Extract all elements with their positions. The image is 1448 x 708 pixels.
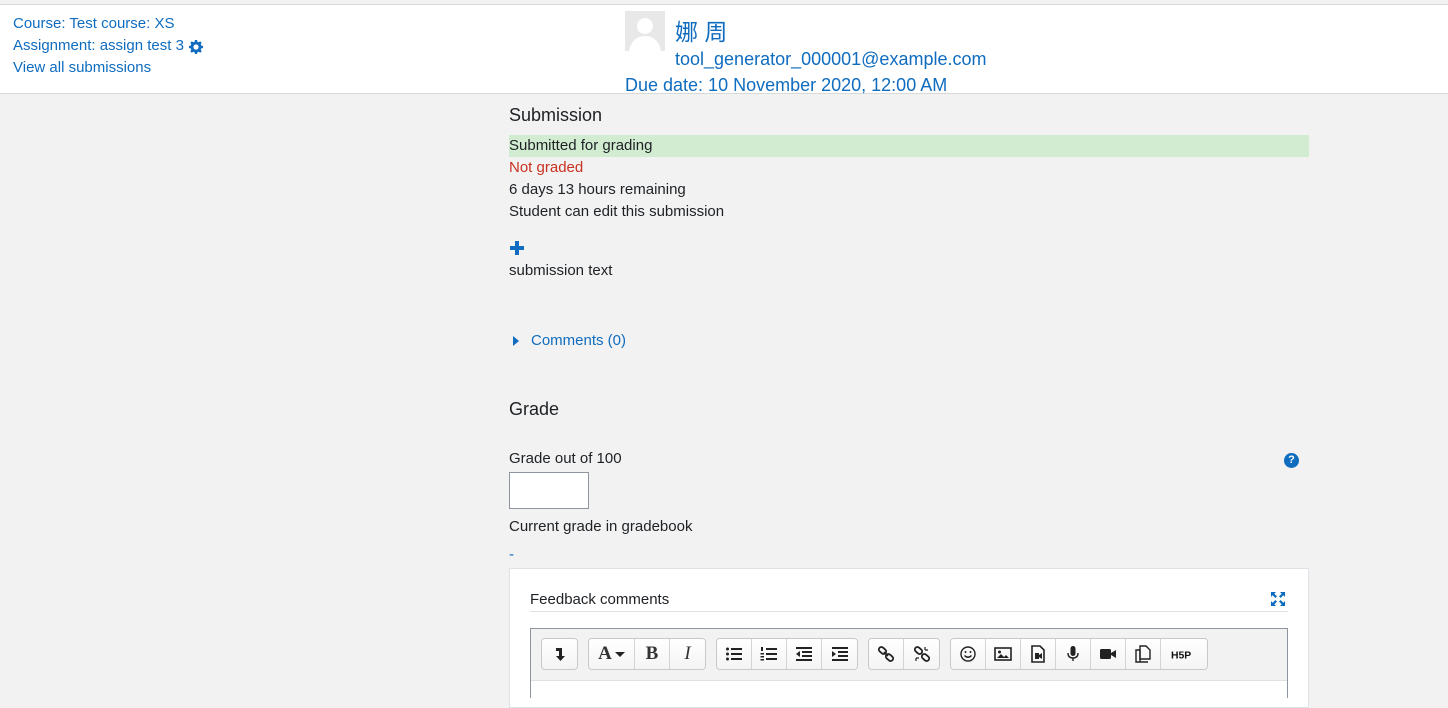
grade-heading: Grade bbox=[509, 399, 560, 419]
avatar[interactable] bbox=[625, 11, 665, 51]
audio-icon[interactable] bbox=[1056, 639, 1091, 669]
collapse-icon[interactable] bbox=[542, 639, 577, 669]
user-email-link[interactable]: tool_generator_000001@example.com bbox=[675, 49, 986, 70]
expand-icon[interactable] bbox=[1270, 591, 1286, 607]
edit-status: Student can edit this submission bbox=[509, 203, 725, 220]
video-icon[interactable] bbox=[1091, 639, 1126, 669]
divider bbox=[530, 611, 1288, 612]
h5p-icon[interactable]: H5P bbox=[1161, 639, 1207, 669]
feedback-label: Feedback comments bbox=[530, 591, 670, 608]
italic-icon[interactable]: I bbox=[670, 639, 705, 669]
caret-right-icon bbox=[513, 335, 519, 346]
current-grade-link[interactable]: - bbox=[509, 546, 514, 563]
unlink-icon[interactable] bbox=[904, 639, 939, 669]
view-all-submissions-link[interactable]: View all submissions bbox=[13, 57, 151, 79]
grading-status: Not graded bbox=[509, 159, 584, 176]
toolbar-group-media: H5P bbox=[950, 638, 1208, 670]
editor-toolbar: A B I H5P bbox=[541, 638, 1208, 670]
plus-icon[interactable] bbox=[510, 241, 524, 255]
numbered-list-icon[interactable] bbox=[752, 639, 787, 669]
image-icon[interactable] bbox=[986, 639, 1021, 669]
indent-icon[interactable] bbox=[822, 639, 857, 669]
rich-text-editor: A B I H5P bbox=[530, 628, 1288, 700]
toolbar-group-lists bbox=[716, 638, 858, 670]
current-grade-label: Current grade in gradebook bbox=[509, 518, 693, 535]
user-name-link[interactable]: 娜 周 bbox=[675, 13, 727, 47]
link-icon[interactable] bbox=[869, 639, 904, 669]
help-icon[interactable]: ? bbox=[1284, 453, 1299, 468]
time-remaining: 6 days 13 hours remaining bbox=[509, 181, 686, 198]
grading-header: Course: Test course: XS Assignment: assi… bbox=[0, 4, 1448, 95]
bold-icon[interactable]: B bbox=[635, 639, 670, 669]
grade-label: Grade out of 100 bbox=[509, 450, 622, 467]
media-icon[interactable] bbox=[1021, 639, 1056, 669]
course-link[interactable]: Course: Test course: XS bbox=[13, 13, 174, 35]
header-navigation: Course: Test course: XS Assignment: assi… bbox=[13, 13, 203, 79]
submission-status: Submitted for grading bbox=[509, 135, 1309, 157]
comments-toggle[interactable]: Comments (0) bbox=[513, 332, 626, 349]
comments-toggle-label: Comments (0) bbox=[531, 332, 627, 349]
feedback-editor-content[interactable] bbox=[531, 680, 1287, 700]
gear-icon[interactable] bbox=[188, 39, 203, 54]
submission-text: submission text bbox=[509, 262, 613, 279]
emoji-icon[interactable] bbox=[951, 639, 986, 669]
toolbar-group-links bbox=[868, 638, 940, 670]
assignment-link[interactable]: Assignment: assign test 3 bbox=[13, 35, 184, 57]
grade-input[interactable] bbox=[509, 472, 589, 509]
due-date: Due date: 10 November 2020, 12:00 AM bbox=[625, 75, 948, 95]
submission-heading: Submission bbox=[509, 105, 603, 125]
feedback-panel: Feedback comments A B I H5P bbox=[509, 568, 1309, 708]
svg-text:H5P: H5P bbox=[1171, 650, 1191, 661]
toolbar-group-collapse bbox=[541, 638, 578, 670]
outdent-icon[interactable] bbox=[787, 639, 822, 669]
toolbar-group-style: A B I bbox=[588, 638, 706, 670]
bullet-list-icon[interactable] bbox=[717, 639, 752, 669]
manage-files-icon[interactable] bbox=[1126, 639, 1161, 669]
font-style-icon[interactable]: A bbox=[589, 639, 635, 669]
